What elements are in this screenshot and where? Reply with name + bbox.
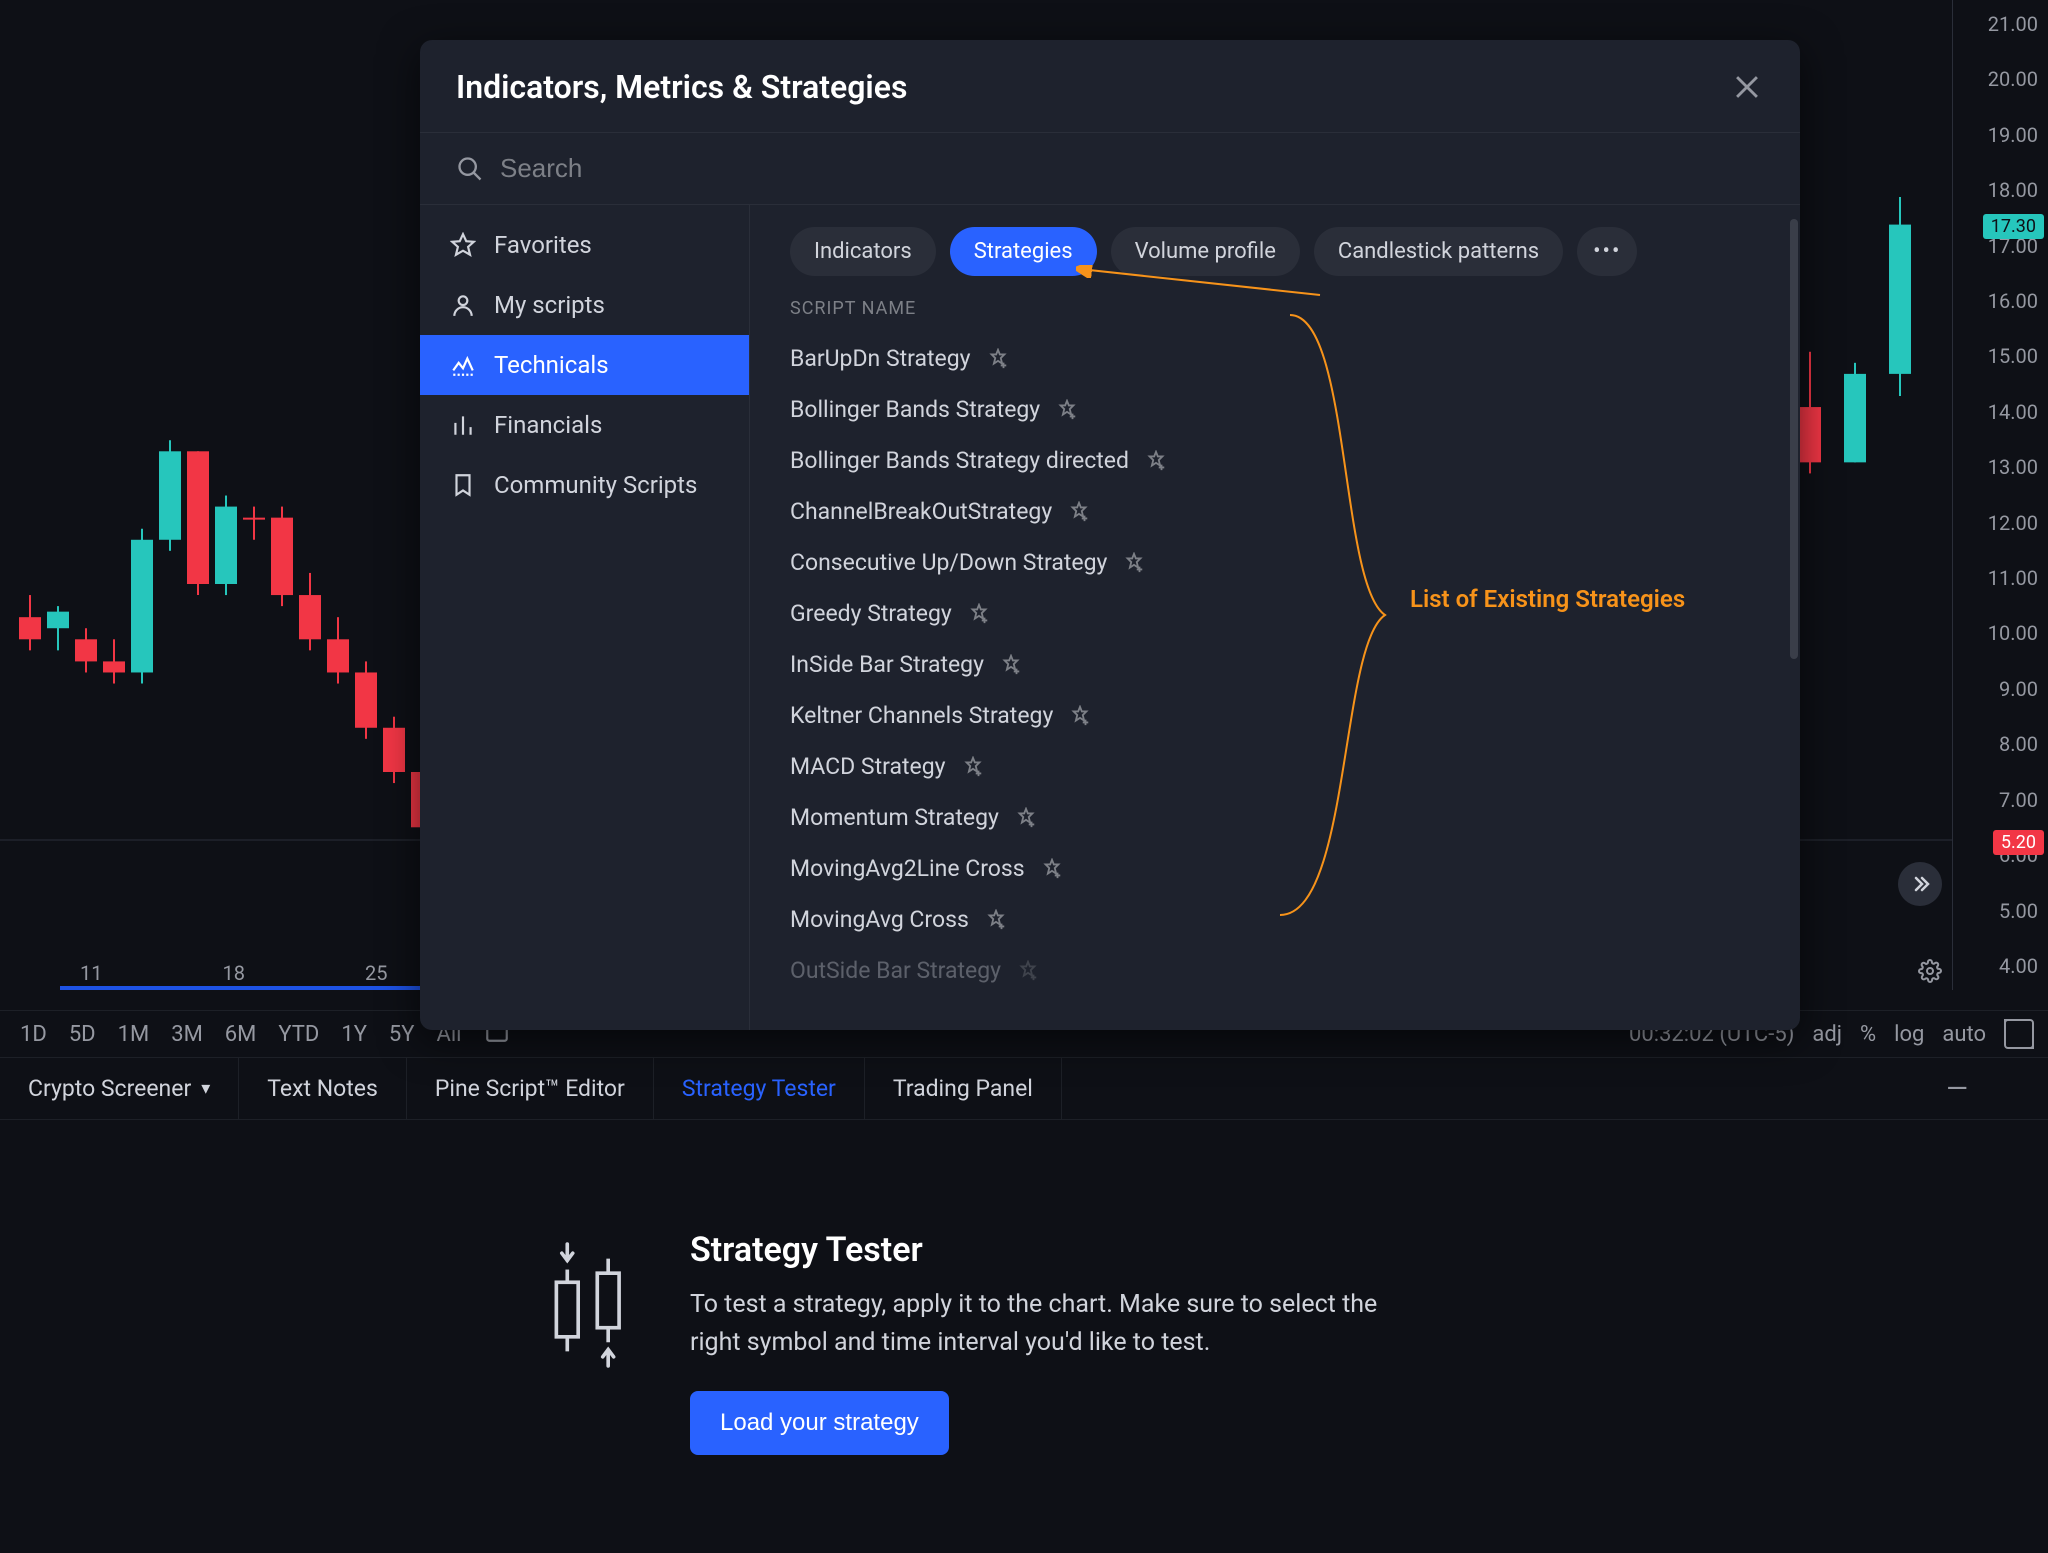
add-to-favorites-icon[interactable] <box>1145 450 1167 472</box>
sidebar-item-community[interactable]: Community Scripts <box>420 455 749 515</box>
strategy-tester-description: To test a strategy, apply it to the char… <box>690 1286 1430 1361</box>
chart-collapse-right-button[interactable] <box>1898 862 1942 906</box>
strategy-label: Bollinger Bands Strategy directed <box>790 447 1129 474</box>
strategy-label: MovingAvg Cross <box>790 906 969 933</box>
interval-3m[interactable]: 3M <box>165 1018 209 1051</box>
price-axis: 21.00 20.00 19.00 18.00 17.00 16.00 15.0… <box>1952 0 2048 990</box>
sidebar-item-my-scripts[interactable]: My scripts <box>420 275 749 335</box>
strategy-tester-title: Strategy Tester <box>690 1230 1430 1270</box>
maximize-panel-icon[interactable] <box>1998 1072 2024 1098</box>
add-to-favorites-icon[interactable] <box>962 756 984 778</box>
add-to-favorites-icon[interactable] <box>1015 807 1037 829</box>
strategy-label: Bollinger Bands Strategy <box>790 396 1040 423</box>
technicals-icon <box>450 352 476 378</box>
tab-pine-editor[interactable]: Pine Script™ Editor <box>407 1058 654 1119</box>
chevron-down-icon: ▾ <box>201 1078 210 1099</box>
tab-text-notes[interactable]: Text Notes <box>239 1058 407 1119</box>
interval-1m[interactable]: 1M <box>112 1018 156 1051</box>
add-to-favorites-icon[interactable] <box>987 348 1009 370</box>
add-to-favorites-icon[interactable] <box>1017 960 1039 982</box>
percent-toggle[interactable]: % <box>1860 1022 1876 1047</box>
tab-crypto-screener[interactable]: Crypto Screener▾ <box>0 1058 239 1119</box>
minimize-panel-icon[interactable]: — <box>1946 1072 1968 1105</box>
strategy-label: InSide Bar Strategy <box>790 651 984 678</box>
strategy-label: MovingAvg2Line Cross <box>790 855 1025 882</box>
annotation-arrow-icon <box>1070 265 1330 305</box>
sidebar-item-favorites[interactable]: Favorites <box>420 215 749 275</box>
strategy-label: BarUpDn Strategy <box>790 345 971 372</box>
sidebar-item-financials[interactable]: Financials <box>420 395 749 455</box>
modal-content: Indicators Strategies Volume profile Can… <box>750 205 1800 1030</box>
add-to-favorites-icon[interactable] <box>985 909 1007 931</box>
add-to-favorites-icon[interactable] <box>1056 399 1078 421</box>
modal-search[interactable] <box>420 132 1800 205</box>
current-price-badge: 17.30 <box>1983 214 2044 239</box>
add-to-favorites-icon[interactable] <box>1069 705 1091 727</box>
low-price-badge: 5.20 <box>1993 830 2044 855</box>
add-to-favorites-icon[interactable] <box>1123 552 1145 574</box>
annotation-label: List of Existing Strategies <box>1410 585 1685 613</box>
log-toggle[interactable]: log <box>1894 1022 1924 1047</box>
time-axis-settings-icon[interactable] <box>1918 959 1942 988</box>
load-strategy-button[interactable]: Load your strategy <box>690 1391 949 1455</box>
interval-1d[interactable]: 1D <box>14 1018 53 1051</box>
interval-6m[interactable]: 6M <box>219 1018 263 1051</box>
auto-toggle[interactable]: auto <box>1942 1022 1986 1047</box>
strategy-label: Greedy Strategy <box>790 600 952 627</box>
pill-indicators[interactable]: Indicators <box>790 227 936 276</box>
close-icon[interactable] <box>1730 70 1764 104</box>
adj-toggle[interactable]: adj <box>1812 1022 1842 1047</box>
add-to-favorites-icon[interactable] <box>968 603 990 625</box>
strategy-label: Momentum Strategy <box>790 804 999 831</box>
interval-ytd[interactable]: YTD <box>272 1018 325 1051</box>
bookmark-icon <box>450 472 476 498</box>
strategy-label: MACD Strategy <box>790 753 946 780</box>
pill-candlestick[interactable]: Candlestick patterns <box>1314 227 1563 276</box>
bar-chart-icon <box>450 412 476 438</box>
modal-sidebar: Favorites My scripts Technicals Financia… <box>420 205 750 1030</box>
pill-more[interactable]: ••• <box>1577 227 1637 276</box>
annotation-brace-icon <box>1270 305 1390 925</box>
add-to-favorites-icon[interactable] <box>1041 858 1063 880</box>
add-to-favorites-icon[interactable] <box>1068 501 1090 523</box>
tab-strategy-tester[interactable]: Strategy Tester <box>654 1058 865 1119</box>
strategy-tester-icon <box>540 1230 640 1380</box>
fullscreen-icon[interactable] <box>2004 1019 2034 1049</box>
interval-5y[interactable]: 5Y <box>383 1018 421 1051</box>
sidebar-item-technicals[interactable]: Technicals <box>420 335 749 395</box>
user-icon <box>450 292 476 318</box>
strategy-label: Keltner Channels Strategy <box>790 702 1053 729</box>
tab-trading-panel[interactable]: Trading Panel <box>865 1058 1062 1119</box>
interval-5d[interactable]: 5D <box>63 1018 102 1051</box>
bottom-panel-tabs: Crypto Screener▾ Text Notes Pine Script™… <box>0 1058 2048 1120</box>
add-to-favorites-icon[interactable] <box>1000 654 1022 676</box>
strategy-row[interactable]: OutSide Bar Strategy <box>790 945 1770 996</box>
strategy-label: ChannelBreakOutStrategy <box>790 498 1052 525</box>
strategy-label: Consecutive Up/Down Strategy <box>790 549 1107 576</box>
interval-1y[interactable]: 1Y <box>335 1018 373 1051</box>
indicators-modal: Indicators, Metrics & Strategies Favorit… <box>420 40 1800 1030</box>
search-input[interactable] <box>500 153 1764 184</box>
strategy-tester-panel: Strategy Tester To test a strategy, appl… <box>0 1120 2048 1553</box>
star-icon <box>450 232 476 258</box>
search-icon <box>456 155 484 183</box>
modal-title: Indicators, Metrics & Strategies <box>456 68 907 106</box>
scrollbar-thumb[interactable] <box>1790 219 1798 659</box>
